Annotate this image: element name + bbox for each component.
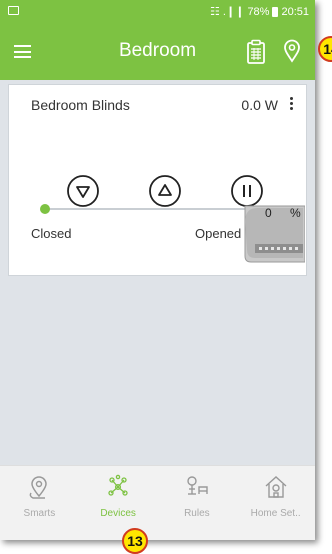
nav-item-devices[interactable]: Devices — [79, 466, 158, 540]
status-bar: ☷ .❙❙ 78% 20:51 — [0, 0, 315, 24]
home-settings-icon — [265, 476, 287, 498]
page-title: Bedroom — [118, 40, 197, 61]
phone-screen: ☷ .❙❙ 78% 20:51 Bedroom Bedroom Blinds 0… — [0, 0, 315, 540]
rules-icon — [187, 476, 208, 495]
image-notification-icon — [8, 6, 19, 15]
device-card-bedroom-blinds[interactable]: Bedroom Blinds 0.0 W Closed Opened 0 % — [8, 84, 307, 276]
bottom-navigation: Smarts Devices Rules Home Set.. — [0, 465, 315, 540]
battery-icon — [272, 6, 279, 17]
app-bar: Bedroom — [0, 24, 315, 80]
position-unit: % — [290, 206, 301, 220]
position-slider-track[interactable] — [43, 208, 261, 210]
position-value: 0 — [265, 206, 272, 220]
close-blinds-button[interactable] — [66, 174, 100, 208]
nav-item-home-settings[interactable]: Home Set.. — [236, 466, 315, 540]
nav-label-devices: Devices — [100, 508, 136, 519]
devices-icon — [108, 474, 128, 496]
nav-label-rules: Rules — [184, 508, 210, 519]
open-blinds-button[interactable] — [148, 174, 182, 208]
clock: 20:51 — [281, 5, 309, 18]
location-pin-icon[interactable] — [283, 39, 301, 63]
nav-item-rules[interactable]: Rules — [158, 466, 237, 540]
signal-icon: ☷ .❙❙ — [210, 6, 245, 18]
annotation-badge-13: 13 — [122, 528, 148, 554]
annotation-badge-14: 14 — [318, 36, 332, 62]
position-slider-handle[interactable] — [40, 204, 50, 214]
closed-label: Closed — [31, 226, 72, 241]
nav-item-smarts[interactable]: Smarts — [0, 466, 79, 540]
nav-label-smarts: Smarts — [23, 508, 56, 519]
nav-label-home-settings: Home Set.. — [250, 508, 301, 519]
clipboard-icon[interactable] — [246, 39, 266, 65]
smarts-icon — [30, 476, 48, 499]
more-options-icon[interactable] — [290, 97, 294, 112]
status-right: ☷ .❙❙ 78% 20:51 — [210, 5, 309, 19]
power-reading: 0.0 W — [241, 97, 278, 113]
opened-label: Opened — [195, 226, 242, 241]
device-name: Bedroom Blinds — [31, 97, 130, 113]
battery-level: 78% — [247, 5, 270, 18]
